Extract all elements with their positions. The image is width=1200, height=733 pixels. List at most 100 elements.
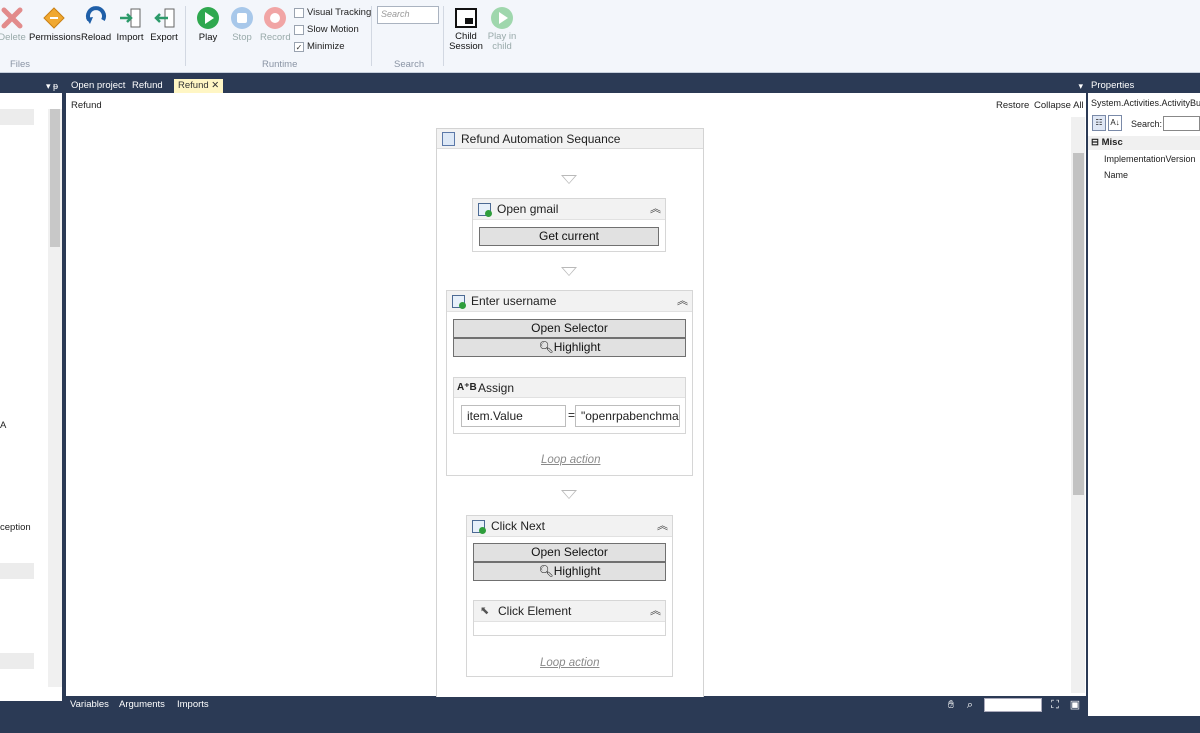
imports-tab[interactable]: Imports — [177, 697, 209, 713]
record-button[interactable]: Record — [260, 6, 291, 43]
collapse-icon[interactable]: ︽ — [677, 291, 688, 312]
collapse-icon[interactable]: ︽ — [650, 199, 661, 220]
properties-search-input[interactable] — [1163, 116, 1200, 131]
overview-icon[interactable]: ▣ — [1068, 698, 1082, 712]
highlight-button[interactable]: 🔍︎Highlight — [473, 562, 666, 581]
zoom-icon[interactable]: ⌕ — [963, 698, 977, 712]
tab-refund[interactable]: Refund — [128, 79, 167, 93]
properties-toolbar: ☷ A↓ — [1090, 115, 1122, 132]
restore-link[interactable]: Restore — [996, 100, 1029, 111]
loop-action-link[interactable]: Loop action — [541, 454, 600, 466]
activity-header[interactable]: A⁺B Assign — [454, 378, 685, 398]
categorized-icon[interactable]: ☷ — [1092, 115, 1106, 131]
delete-icon — [1, 7, 23, 29]
delete-button[interactable]: Delete — [0, 6, 26, 43]
export-icon — [154, 8, 175, 28]
permissions-button[interactable]: Permissions — [29, 6, 81, 43]
record-icon — [264, 7, 286, 29]
minimize-checkbox[interactable]: ✓ Minimize — [294, 41, 344, 52]
activity-title: Click Element — [498, 604, 572, 618]
tab-open-project[interactable]: Open project — [67, 79, 129, 93]
loop-action-link[interactable]: Loop action — [540, 657, 599, 669]
variables-tab[interactable]: Variables — [70, 697, 109, 713]
activity-title: Open gmail — [497, 202, 559, 216]
property-row[interactable]: ImplementationVersion — [1104, 154, 1196, 164]
list-item[interactable] — [0, 109, 34, 125]
search-icon: 🔍︎ — [538, 340, 554, 354]
play-button[interactable]: Play — [194, 6, 222, 43]
checkmark-icon: ✓ — [294, 41, 304, 52]
play-in-child-button[interactable]: Play in child — [486, 6, 518, 52]
status-bar — [0, 716, 1200, 733]
visual-tracking-checkbox[interactable]: Visual Tracking — [294, 7, 371, 18]
click-icon — [472, 520, 486, 534]
collapse-icon[interactable]: ︽ — [650, 601, 661, 622]
drop-arrow-icon[interactable] — [561, 490, 577, 499]
click-next-activity[interactable]: Click Next ︽ Open Selector 🔍︎Highlight ⬉… — [466, 515, 673, 677]
tab-menu-icon[interactable]: ▾ — [1078, 79, 1083, 93]
open-gmail-activity[interactable]: Open gmail ︽ Get current — [472, 198, 666, 252]
enter-username-activity[interactable]: Enter username ︽ Open Selector 🔍︎Highlig… — [446, 290, 693, 476]
fit-to-screen-icon[interactable]: ⛶ — [1048, 698, 1062, 712]
collapse-icon[interactable]: ⊟ — [1091, 137, 1099, 148]
zoom-select[interactable] — [984, 698, 1042, 712]
properties-search-label: Search: — [1131, 119, 1163, 129]
activity-header[interactable]: ⬉ Click Element ︽ — [474, 601, 665, 622]
runtime-group-label: Runtime — [262, 59, 298, 70]
breadcrumb[interactable]: Refund — [71, 100, 102, 111]
list-item[interactable] — [0, 563, 34, 579]
click-element-activity[interactable]: ⬉ Click Element ︽ — [473, 600, 666, 636]
collapse-icon[interactable]: ︽ — [657, 516, 668, 537]
sequence-title: Refund Automation Sequance — [461, 132, 621, 146]
get-current-button[interactable]: Get current — [479, 227, 659, 246]
pan-hand-icon[interactable]: ✋︎ — [944, 698, 958, 712]
assign-value-field[interactable]: "openrpabenchma — [575, 405, 680, 427]
child-session-button[interactable]: Child Session — [449, 6, 483, 52]
search-input[interactable]: Search — [377, 6, 439, 24]
import-icon — [120, 8, 141, 28]
separator — [371, 6, 372, 66]
property-row[interactable]: Name — [1104, 170, 1128, 180]
open-selector-button[interactable]: Open Selector — [453, 319, 686, 338]
open-app-icon — [478, 203, 492, 217]
import-button[interactable]: Import — [115, 6, 145, 43]
assign-to-field[interactable]: item.Value — [461, 405, 566, 427]
list-item[interactable] — [0, 653, 34, 669]
slow-motion-checkbox[interactable]: Slow Motion — [294, 24, 359, 35]
properties-type-label: System.Activities.ActivityBu — [1091, 98, 1200, 108]
sequence-header[interactable]: Refund Automation Sequance — [437, 129, 703, 149]
assign-activity[interactable]: A⁺B Assign item.Value = "openrpabenchma — [453, 377, 686, 434]
drop-arrow-icon[interactable] — [561, 175, 577, 184]
open-selector-button[interactable]: Open Selector — [473, 543, 666, 562]
sort-alpha-icon[interactable]: A↓ — [1108, 115, 1122, 131]
play-icon — [197, 7, 219, 29]
properties-category[interactable]: ⊟ Misc — [1088, 136, 1200, 150]
list-item[interactable]: A — [0, 420, 6, 431]
search-icon: 🔍︎ — [538, 564, 554, 578]
play-icon — [491, 7, 513, 29]
separator — [185, 6, 186, 66]
activity-header[interactable]: Enter username ︽ — [447, 291, 692, 312]
equals-sign: = — [568, 408, 576, 422]
activity-header[interactable]: Click Next ︽ — [467, 516, 672, 537]
arguments-tab[interactable]: Arguments — [119, 697, 165, 713]
export-button[interactable]: Export — [149, 6, 179, 43]
activity-header[interactable]: Open gmail ︽ — [473, 199, 665, 220]
reload-button[interactable]: Reload — [81, 6, 111, 43]
checkbox-box — [294, 7, 304, 18]
designer-scrollbar-thumb[interactable] — [1073, 153, 1084, 495]
list-item[interactable]: ception — [0, 522, 31, 533]
cursor-icon: ⬉ — [480, 605, 490, 617]
close-icon[interactable]: ✕ — [211, 80, 219, 91]
ribbon-toolbar: Delete Permissions Reload Import Export … — [0, 0, 1200, 73]
workflow-designer: Refund Restore Collapse All Refund Autom… — [66, 93, 1086, 698]
tab-refund-active[interactable]: Refund ✕ — [174, 79, 224, 93]
drop-arrow-icon[interactable] — [561, 267, 577, 276]
stop-button[interactable]: Stop — [228, 6, 256, 43]
collapse-all-link[interactable]: Collapse All — [1034, 100, 1084, 111]
properties-header: Properties — [1088, 79, 1200, 93]
panel-pin-icon[interactable]: ▾ ᵽ — [0, 79, 62, 93]
highlight-button[interactable]: 🔍︎Highlight — [453, 338, 686, 357]
checkbox-box — [294, 24, 304, 35]
left-scrollbar-thumb[interactable] — [50, 109, 60, 247]
